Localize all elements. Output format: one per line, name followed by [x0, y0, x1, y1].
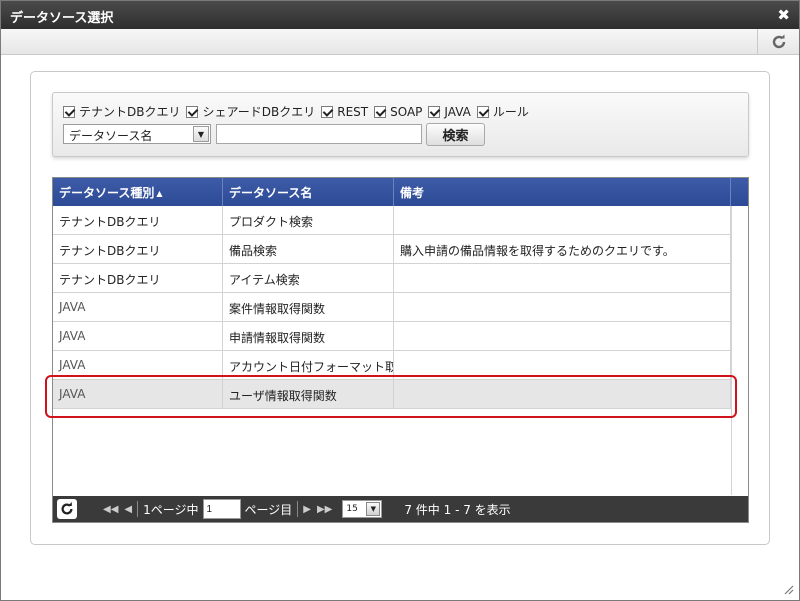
prev-page-icon[interactable]: ◀ [124, 504, 132, 515]
refresh-icon [772, 34, 785, 48]
close-icon[interactable]: ✖ [777, 6, 790, 24]
page-size-select[interactable]: 15 ▼ [342, 500, 383, 518]
cell-type: テナントDBクエリ [53, 235, 223, 263]
dialog-titlebar: データソース選択 ✖ [1, 1, 799, 29]
column-header-name[interactable]: データソース名 [223, 178, 394, 206]
cell-name: 案件情報取得関数 [223, 293, 394, 321]
grid-rows: テナントDBクエリ プロダクト検索 テナントDBクエリ 備品検索 購入申請の備品… [53, 206, 731, 409]
cell-name: プロダクト検索 [223, 206, 394, 234]
cell-type: JAVA [53, 351, 223, 379]
dialog-toolbar [1, 29, 799, 55]
filter-soap[interactable]: SOAP [374, 105, 422, 119]
pager-divider [297, 501, 299, 517]
first-page-icon[interactable]: ◀◀ [103, 504, 118, 515]
cell-name: アカウント日付フォーマット取得関数 [223, 351, 394, 379]
next-page-icon[interactable]: ▶ [303, 504, 311, 515]
cell-note [394, 293, 731, 321]
cell-type: JAVA [53, 322, 223, 350]
grid-header: データソース種別 ▲ データソース名 備考 [53, 178, 748, 206]
reload-button[interactable] [757, 29, 799, 54]
table-row[interactable]: テナントDBクエリ 備品検索 購入申請の備品情報を取得するためのクエリです。 [53, 235, 731, 264]
cell-note [394, 322, 731, 350]
type-filter-checkboxes: テナントDBクエリ シェアードDBクエリ REST SOAP JAVA ルール [63, 103, 535, 120]
table-row[interactable]: JAVA 申請情報取得関数 [53, 322, 731, 351]
filter-label: テナントDBクエリ [79, 105, 181, 119]
table-row[interactable]: JAVA アカウント日付フォーマット取得関数 [53, 351, 731, 380]
filter-shared-db-query[interactable]: シェアードDBクエリ [186, 103, 315, 120]
column-header-label: データソース名 [229, 186, 313, 200]
cell-type: JAVA [53, 293, 223, 321]
cell-note [394, 206, 731, 234]
checkbox-checked-icon[interactable] [63, 105, 75, 118]
dialog-title: データソース選択 [10, 11, 114, 26]
cell-note [394, 351, 731, 379]
column-header-label: 備考 [400, 186, 425, 200]
column-header-note[interactable]: 備考 [394, 178, 731, 206]
column-header-label: データソース種別 [59, 186, 155, 200]
cell-name: アイテム検索 [223, 264, 394, 292]
page-number-input[interactable] [202, 499, 241, 519]
table-row[interactable]: テナントDBクエリ アイテム検索 [53, 264, 731, 293]
cell-note [394, 380, 731, 408]
search-input[interactable] [216, 124, 422, 144]
sort-icon[interactable]: ▲ [156, 189, 162, 198]
chevron-down-icon[interactable]: ▼ [193, 126, 209, 142]
cell-note: 購入申請の備品情報を取得するためのクエリです。 [394, 235, 731, 263]
page-suffix-text: ページ目 [244, 502, 293, 517]
cell-type: テナントDBクエリ [53, 264, 223, 292]
cell-type: テナントDBクエリ [53, 206, 223, 234]
grid-scrollbar[interactable] [731, 206, 748, 495]
cell-type: JAVA [53, 380, 223, 408]
table-row[interactable]: テナントDBクエリ プロダクト検索 [53, 206, 731, 235]
checkbox-checked-icon[interactable] [374, 105, 387, 118]
cell-name: ユーザ情報取得関数 [223, 380, 394, 408]
filter-label: SOAP [390, 104, 423, 119]
datasource-grid: データソース種別 ▲ データソース名 備考 テナントDBクエリ プロダクト検索 テ… [52, 177, 749, 523]
refresh-icon [61, 502, 73, 515]
search-field-selected: データソース名 [69, 129, 153, 143]
pager-summary: 7 件中 1 - 7 を表示 [404, 502, 511, 517]
filter-label: REST [337, 104, 369, 119]
checkbox-checked-icon[interactable] [186, 105, 199, 118]
search-condition-box: テナントDBクエリ シェアードDBクエリ REST SOAP JAVA ルール [52, 92, 749, 157]
table-row[interactable]: JAVA 案件情報取得関数 [53, 293, 731, 322]
search-button[interactable]: 検索 [426, 123, 485, 146]
datasource-select-dialog: データソース選択 ✖ テナントDBクエリ シェアードDBクエリ REST SOA… [0, 0, 800, 601]
pager-refresh-button[interactable] [57, 499, 77, 519]
resize-grip-icon[interactable] [782, 583, 794, 595]
checkbox-checked-icon[interactable] [476, 105, 489, 118]
filter-tenant-db-query[interactable]: テナントDBクエリ [63, 103, 180, 120]
column-header-type[interactable]: データソース種別 ▲ [53, 178, 223, 206]
filter-rest[interactable]: REST [321, 105, 368, 119]
checkbox-checked-icon[interactable] [321, 105, 334, 118]
cell-note [394, 264, 731, 292]
table-row-selected[interactable]: JAVA ユーザ情報取得関数 [53, 380, 731, 409]
cell-name: 申請情報取得関数 [223, 322, 394, 350]
checkbox-checked-icon[interactable] [428, 105, 441, 118]
grid-pager: ◀◀ ◀ 1ページ中 ページ目 ▶ ▶▶ 15 ▼ 7 件中 1 - 7 を表示 [53, 496, 748, 522]
page-prefix-text: 1ページ中 [143, 502, 199, 517]
filter-java[interactable]: JAVA [428, 104, 471, 119]
chevron-down-icon[interactable]: ▼ [366, 502, 381, 516]
filter-rule[interactable]: ルール [476, 103, 529, 120]
pager-divider [137, 501, 139, 517]
page-size-value: 15 [346, 504, 358, 514]
cell-name: 備品検索 [223, 235, 394, 263]
filter-label: JAVA [444, 104, 471, 119]
last-page-icon[interactable]: ▶▶ [317, 504, 332, 515]
filter-label: ルール [492, 105, 529, 119]
search-field-select[interactable]: データソース名 ▼ [63, 124, 211, 144]
filter-label: シェアードDBクエリ [202, 105, 316, 119]
